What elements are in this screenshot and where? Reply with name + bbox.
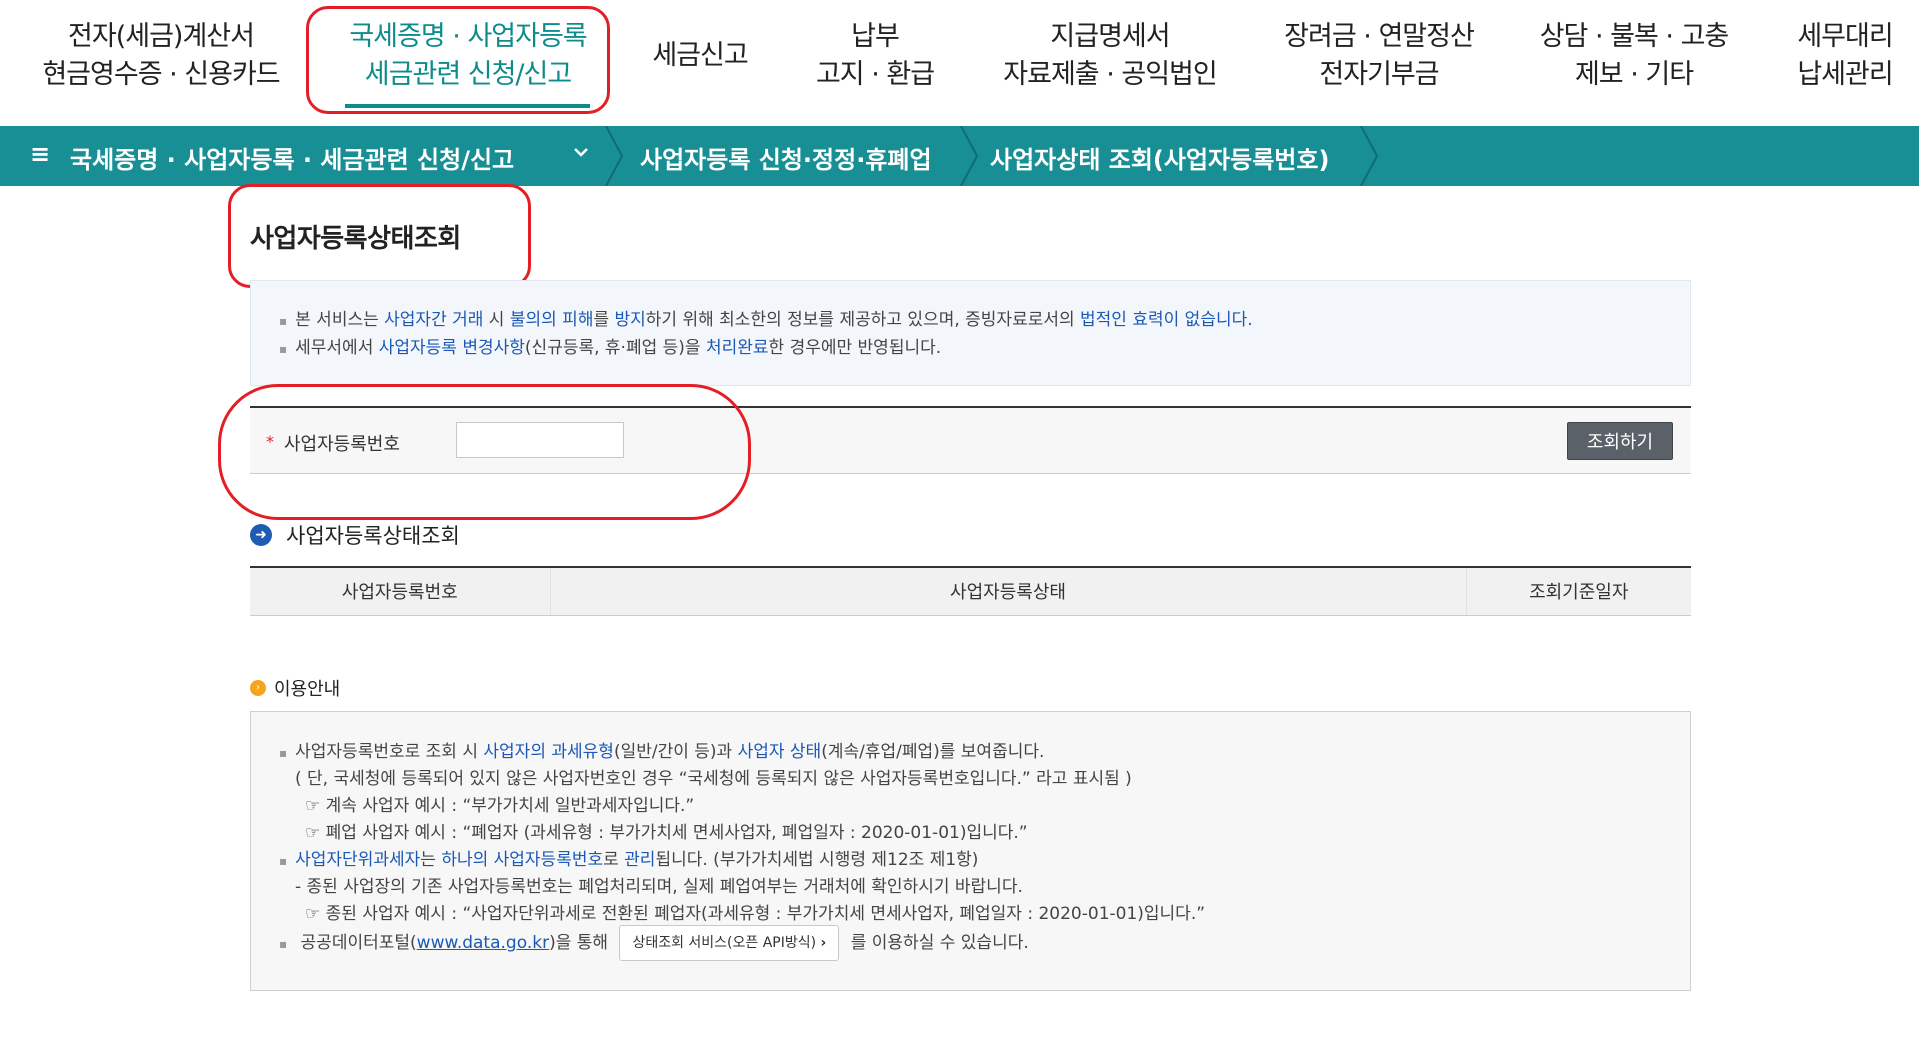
nav-label: 납부	[851, 21, 900, 52]
breadcrumb-level1[interactable]: 국세증명 · 사업자등록 · 세금관련 신청/신고	[70, 140, 514, 175]
column-header: 사업자등록상태	[550, 566, 1467, 616]
nav-label: 제보 · 기타	[1574, 59, 1694, 90]
breadcrumb-separator-icon	[1360, 126, 1379, 186]
page-title: 사업자등록상태조회	[250, 224, 461, 254]
nav-payment-statement[interactable]: 지급명세서 자료제출 · 공익법인	[992, 18, 1228, 94]
arrow-right-circle-icon: ➜	[250, 524, 272, 546]
menu-icon[interactable]: ≡	[30, 140, 50, 168]
guide-line: 사업자등록번호로 조회 시 사업자의 과세유형(일반/간이 등)과 사업자 상태…	[279, 737, 1044, 762]
nav-label: 고지 · 환급	[815, 59, 935, 90]
chevron-right-circle-icon: ›	[250, 680, 266, 696]
guide-header: › 이용안내	[250, 675, 340, 701]
guide-line: - 종된 사업장의 기존 사업자등록번호는 폐업처리되며, 실제 폐업여부는 거…	[295, 877, 1023, 897]
notice-line: 세무서에서 사업자등록 변경사항(신규등록, 휴·폐업 등)을 처리완료한 경우…	[279, 333, 941, 358]
column-header: 사업자등록번호	[250, 566, 551, 616]
column-header: 조회기준일자	[1466, 566, 1691, 616]
notice-line: 본 서비스는 사업자간 거래 시 불의의 피해를 방지하기 위해 최소한의 정보…	[279, 305, 1253, 330]
guide-line: ( 단, 국세청에 등록되어 있지 않은 사업자번호인 경우 “국세청에 등록되…	[295, 769, 1132, 789]
usage-guide-box: 사업자등록번호로 조회 시 사업자의 과세유형(일반/간이 등)과 사업자 상태…	[250, 711, 1691, 991]
nav-label: 지급명세서	[1050, 21, 1170, 52]
search-button[interactable]: 조회하기	[1567, 422, 1673, 460]
nav-tax-agent[interactable]: 세무대리 납세관리	[1780, 18, 1910, 94]
guide-line: ☞ 종된 사업자 예시 : “사업자단위과세로 전환된 폐업자(과세유형 : 부…	[305, 904, 1206, 924]
breadcrumb-separator-icon	[605, 126, 624, 186]
guide-line: 공공데이터포털(www.data.go.kr)을 통해 상태조회 서비스(오픈 …	[279, 925, 1029, 961]
open-api-button[interactable]: 상태조회 서비스(오픈 API방식) ›	[619, 925, 840, 961]
nav-label: 국세증명 · 사업자등록	[349, 21, 587, 52]
nav-payment[interactable]: 납부 고지 · 환급	[800, 18, 950, 94]
nav-label: 세금신고	[652, 40, 748, 71]
required-mark: *	[266, 432, 274, 451]
nav-label: 장려금 · 연말정산	[1284, 21, 1475, 52]
result-table: 사업자등록번호 사업자등록상태 조회기준일자	[250, 566, 1691, 616]
business-number-label: 사업자등록번호	[284, 434, 400, 455]
nav-label: 상담 · 불복 · 고충	[1539, 21, 1730, 52]
notice-box: 본 서비스는 사업자간 거래 시 불의의 피해를 방지하기 위해 최소한의 정보…	[250, 280, 1691, 386]
guide-line: ☞ 계속 사업자 예시 : “부가가치세 일반과세자입니다.”	[305, 796, 695, 816]
guide-title: 이용안내	[274, 679, 341, 700]
data-portal-link[interactable]: www.data.go.kr	[417, 933, 549, 953]
breadcrumb-level2[interactable]: 사업자등록 신청·정정·휴폐업	[640, 140, 932, 175]
result-section-title: 사업자등록상태조회	[286, 524, 460, 548]
nav-tax-filing[interactable]: 세금신고	[640, 37, 760, 75]
nav-label: 자료제출 · 공익법인	[1003, 59, 1217, 90]
business-number-input[interactable]	[456, 422, 624, 458]
guide-line: 사업자단위과세자는 하나의 사업자등록번호로 관리됩니다. (부가가치세법 시행…	[279, 845, 978, 870]
top-navigation: 전자(세금)계산서 현금영수증 · 신용카드 국세증명 · 사업자등록 세금관련…	[0, 0, 1919, 126]
nav-label: 세금관련 신청/신고	[364, 59, 572, 90]
breadcrumb-level3[interactable]: 사업자상태 조회(사업자등록번호)	[990, 140, 1329, 175]
active-nav-underline	[345, 104, 590, 108]
nav-label: 세무대리	[1797, 21, 1893, 52]
table-header-row: 사업자등록번호 사업자등록상태 조회기준일자	[250, 566, 1691, 616]
nav-certificate-registration[interactable]: 국세증명 · 사업자등록 세금관련 신청/신고	[332, 18, 604, 94]
guide-line: ☞ 폐업 사업자 예시 : “폐업자 (과세유형 : 부가가치세 면세사업자, …	[305, 823, 1028, 843]
search-form: * 사업자등록번호 조회하기	[250, 406, 1691, 474]
chevron-down-icon[interactable]	[572, 142, 590, 166]
nav-etax-invoice[interactable]: 전자(세금)계산서 현금영수증 · 신용카드	[36, 18, 286, 94]
nav-label: 납세관리	[1797, 59, 1893, 90]
result-section-header: ➜ 사업자등록상태조회	[250, 520, 460, 550]
chevron-right-icon: ›	[820, 935, 827, 951]
breadcrumb: ≡ 국세증명 · 사업자등록 · 세금관련 신청/신고 사업자등록 신청·정정·…	[0, 126, 1919, 186]
breadcrumb-separator-icon	[960, 126, 979, 186]
nav-label: 현금영수증 · 신용카드	[42, 59, 280, 90]
nav-consult-appeal[interactable]: 상담 · 불복 · 고충 제보 · 기타	[1528, 18, 1740, 94]
nav-label: 전자(세금)계산서	[68, 21, 255, 52]
nav-label: 전자기부금	[1319, 59, 1439, 90]
nav-incentive-year-end[interactable]: 장려금 · 연말정산 전자기부금	[1268, 18, 1490, 94]
